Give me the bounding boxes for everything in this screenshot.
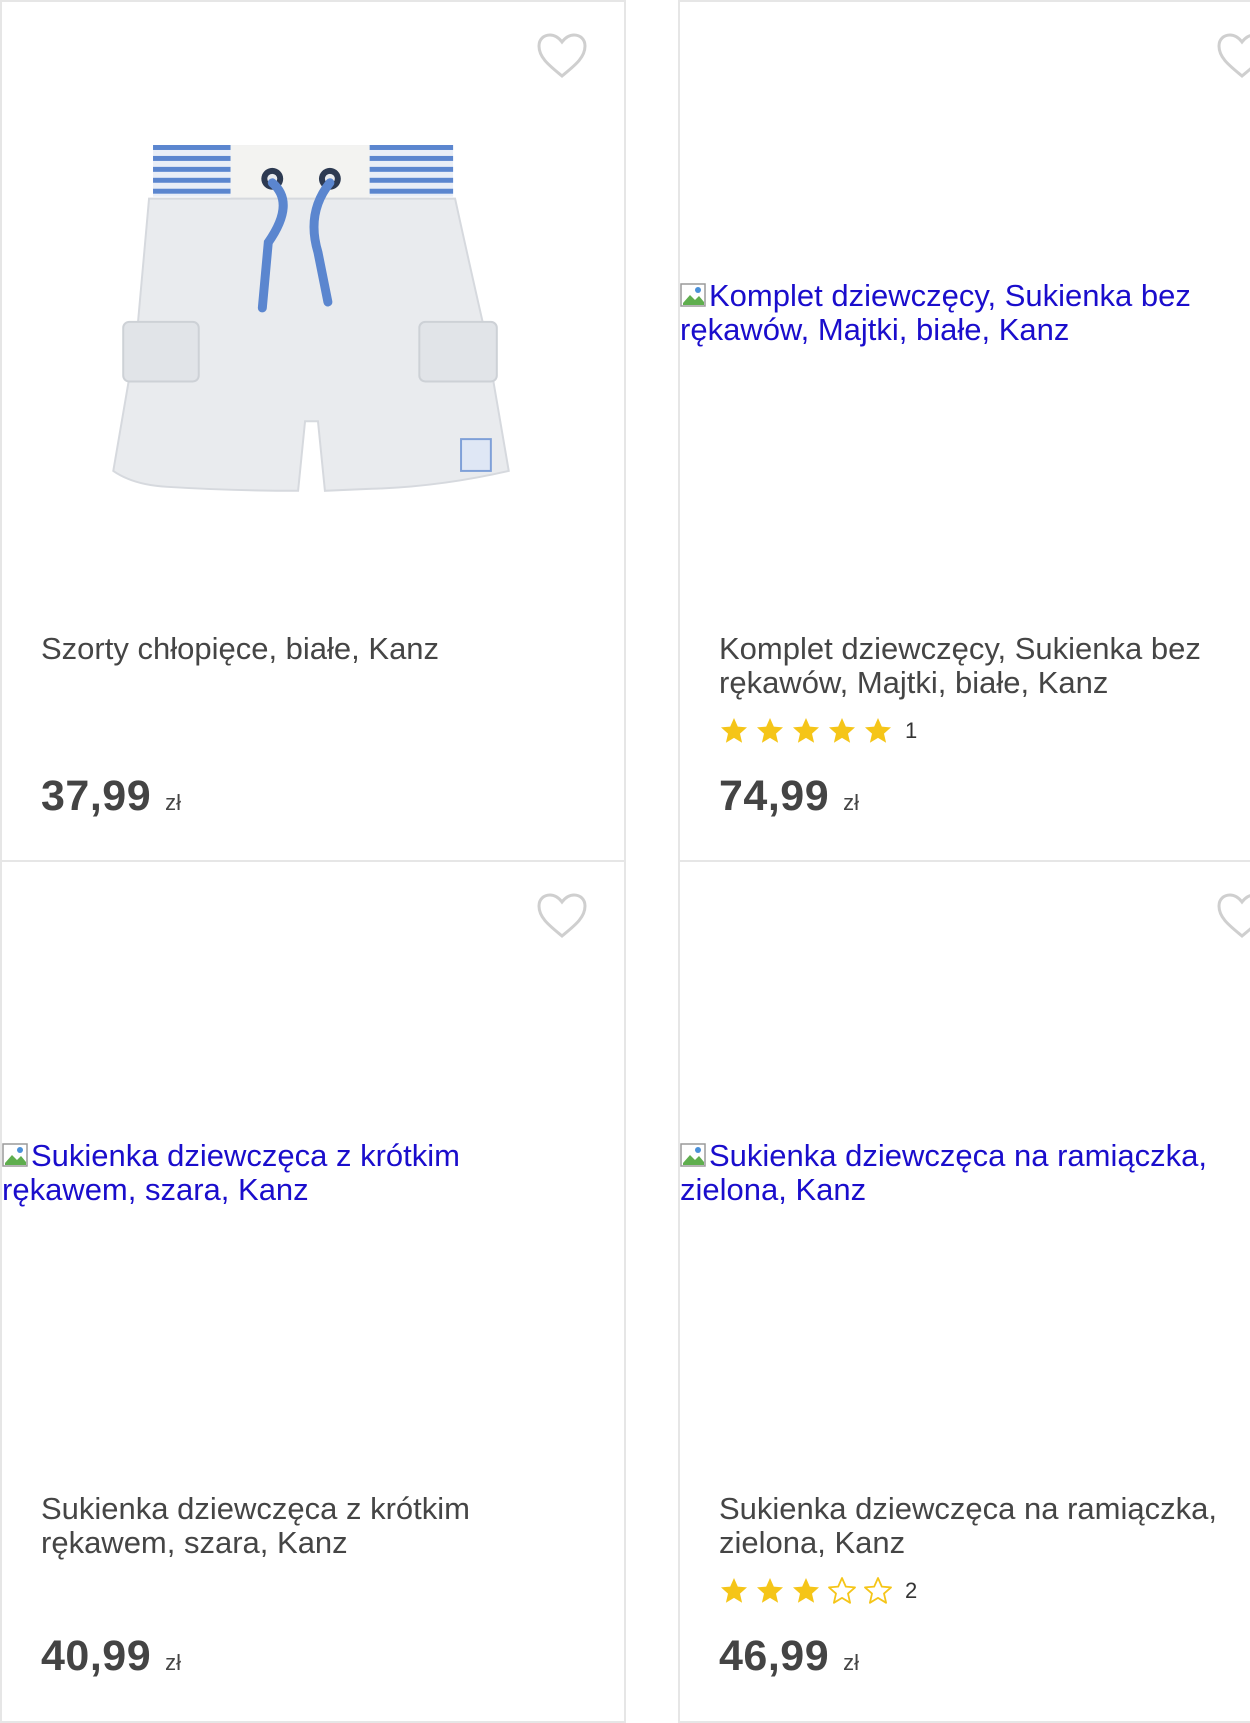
product-grid: Szorty chłopięce, białe, Kanz 37,99 zł K… [0,0,1250,1723]
heart-icon[interactable] [1216,892,1250,940]
product-price: 74,99 zł [719,772,859,821]
product-image-broken[interactable]: Sukienka dziewczęca na ramiączka, zielon… [680,1139,1250,1207]
product-rating: 2 [719,1575,917,1607]
product-title[interactable]: Sukienka dziewczęca z krótkim rękawem, s… [41,1492,601,1560]
product-title[interactable]: Sukienka dziewczęca na ramiączka, zielon… [719,1492,1250,1560]
shorts-waistband [153,145,454,201]
product-image-broken[interactable]: Komplet dziewczęcy, Sukienka bez rękawów… [680,279,1250,347]
star-filled-icon [865,718,891,743]
price-currency: zł [165,790,181,815]
star-filled-icon [721,718,747,743]
image-alt-text: Sukienka dziewczęca na ramiączka, zielon… [680,1138,1207,1207]
product-image-shorts[interactable] [2,2,624,602]
star-filled-icon [757,1578,783,1603]
broken-image-icon [680,1143,706,1167]
price-currency: zł [165,1650,181,1675]
star-filled-icon [757,718,783,743]
image-alt-text: Sukienka dziewczęca z krótkim rękawem, s… [2,1138,460,1207]
broken-image-icon [680,283,706,307]
product-title[interactable]: Szorty chłopięce, białe, Kanz [41,632,601,666]
product-card[interactable]: Sukienka dziewczęca z krótkim rękawem, s… [0,860,626,1723]
rating-count: 1 [905,718,918,743]
rating-count: 2 [905,1578,918,1603]
shorts-pocket-right [418,320,498,383]
price-value: 74,99 [719,772,830,820]
price-value: 46,99 [719,1632,830,1680]
image-alt-text: Komplet dziewczęcy, Sukienka bez rękawów… [680,278,1191,347]
product-title[interactable]: Komplet dziewczęcy, Sukienka bez rękawów… [719,632,1250,700]
product-price: 40,99 zł [41,1632,181,1681]
star-filled-icon [793,1578,819,1603]
product-card[interactable]: Komplet dziewczęcy, Sukienka bez rękawów… [678,0,1250,862]
product-card[interactable]: Szorty chłopięce, białe, Kanz 37,99 zł [0,0,626,862]
product-card[interactable]: Sukienka dziewczęca na ramiączka, zielon… [678,860,1250,1723]
price-value: 37,99 [41,772,152,820]
shorts-label [460,438,492,472]
product-price: 46,99 zł [719,1632,859,1681]
star-filled-icon [793,718,819,743]
price-currency: zł [843,790,859,815]
product-image-broken[interactable]: Sukienka dziewczęca z krótkim rękawem, s… [2,1139,602,1207]
star-filled-icon [721,1578,747,1603]
price-currency: zł [843,1650,859,1675]
star-filled-icon [829,718,855,743]
product-price: 37,99 zł [41,772,181,821]
heart-icon[interactable] [1216,32,1250,80]
star-outline-icon [864,1577,892,1604]
heart-icon[interactable] [536,892,588,940]
broken-image-icon [2,1143,28,1167]
product-rating: 1 [719,715,917,747]
star-outline-icon [828,1577,856,1604]
shorts-pocket-left [122,320,200,383]
price-value: 40,99 [41,1632,152,1680]
